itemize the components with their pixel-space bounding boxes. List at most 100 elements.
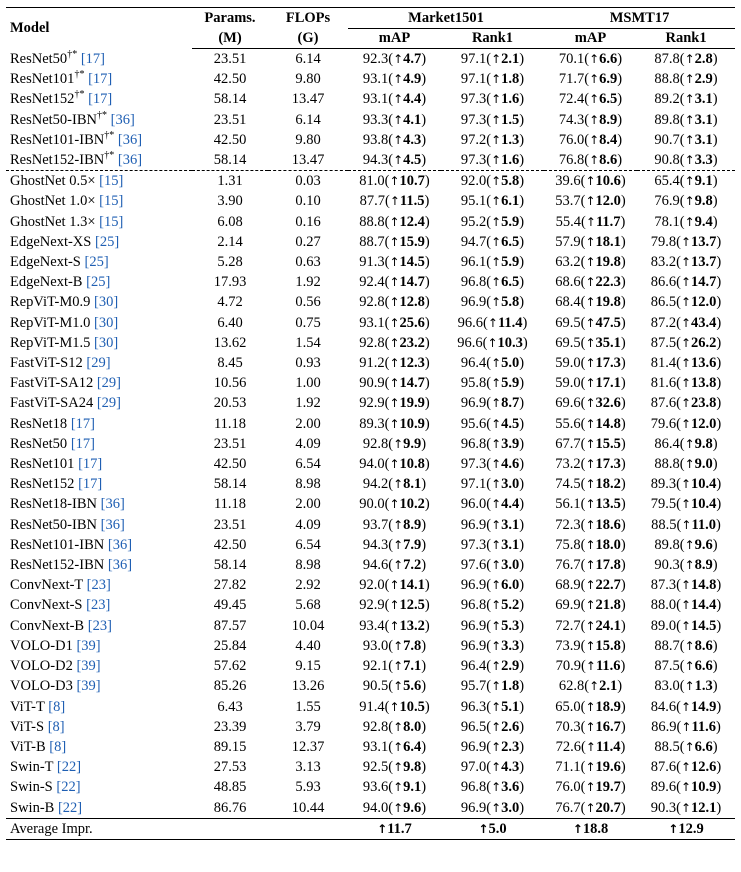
citation-link[interactable]: [17] (78, 456, 102, 472)
citation-link[interactable]: [25] (95, 234, 119, 250)
model-name: VOLO-D1 (10, 637, 73, 654)
citation-link[interactable]: [36] (101, 517, 125, 533)
citation-link[interactable]: [8] (48, 719, 65, 735)
market-rank1-cell: 96.9(↑8.7) (460, 395, 525, 412)
msmt-map-cell: 69.6(↑32.6) (555, 395, 626, 412)
msmt-rank1-improvement: 11.0 (691, 516, 717, 533)
up-arrow-icon: ↑ (393, 719, 404, 734)
market-rank1-value: 92.0 (460, 173, 487, 190)
params-cell: 1.31 (192, 170, 268, 192)
market-map-improvement: 12.4 (399, 213, 425, 230)
up-arrow-icon: ↑ (585, 295, 596, 310)
up-arrow-icon: ↑ (389, 255, 400, 270)
citation-link[interactable]: [36] (108, 557, 132, 573)
citation-link[interactable]: [23] (88, 618, 112, 634)
up-arrow-icon: ↑ (393, 739, 404, 754)
flops-cell: 0.63 (295, 254, 321, 271)
citation-link[interactable]: [15] (99, 214, 123, 230)
table-row: Swin-B [22] 86.76 10.44 94.0(↑9.6) 96.9(↑3.0… (6, 798, 735, 819)
citation-link[interactable]: [17] (81, 51, 105, 67)
market-map-improvement: 19.9 (399, 395, 425, 412)
citation-link[interactable]: [8] (48, 699, 65, 715)
citation-link[interactable]: [8] (49, 739, 66, 755)
msmt-rank1-value: 76.9 (654, 193, 680, 210)
citation-link[interactable]: [36] (118, 152, 142, 168)
model-name: ViT-S (10, 718, 45, 735)
citation-link[interactable]: [17] (78, 476, 102, 492)
citation-link[interactable]: [15] (99, 193, 123, 209)
citation-link[interactable]: [17] (71, 436, 95, 452)
citation-link[interactable]: [23] (86, 597, 110, 613)
citation-link[interactable]: [39] (76, 678, 100, 694)
citation-link[interactable]: [29] (97, 395, 121, 411)
table-row: EdgeNext-XS [25] 2.14 0.27 88.7(↑15.9) 94.7(… (6, 232, 735, 252)
citation-link[interactable]: [29] (97, 375, 121, 391)
model-name: ConvNext-T (10, 577, 84, 594)
market-rank1-value: 95.1 (460, 193, 487, 210)
model-name: ResNet152-IBN (10, 557, 105, 574)
citation-link[interactable]: [36] (101, 496, 125, 512)
results-table: Model Params. FLOPs Market1501 MSMT17 (M… (6, 7, 736, 840)
market-map-cell: 94.0(↑10.8) (359, 456, 430, 473)
market-map-improvement: 11.5 (399, 193, 425, 210)
market-map-value: 92.1 (362, 658, 389, 675)
up-arrow-icon: ↑ (389, 214, 400, 229)
flops-cell: 10.44 (291, 799, 325, 816)
citation-link[interactable]: [22] (56, 779, 80, 795)
market-map-improvement: 4.9 (403, 71, 422, 88)
citation-link[interactable]: [39] (76, 638, 100, 654)
model-cell: ResNet101 [17] (6, 454, 192, 474)
citation-link[interactable]: [17] (88, 91, 112, 107)
citation-link[interactable]: [29] (86, 355, 110, 371)
msmt-map-cell: 55.4(↑11.7) (555, 213, 626, 230)
market-map-cell: 93.1(↑25.6) (359, 314, 430, 331)
up-arrow-icon: ↑ (684, 214, 695, 229)
citation-link[interactable]: [17] (88, 71, 112, 87)
table-row: GhostNet 1.3× [15] 6.08 0.16 88.8(↑12.4) 95.… (6, 212, 735, 232)
market-map-cell: 94.6(↑7.2) (362, 557, 427, 574)
table-row: RepViT-M1.5 [30] 13.62 1.54 92.8(↑23.2) 96.6… (6, 333, 735, 353)
citation-link[interactable]: [22] (57, 759, 81, 775)
up-arrow-icon: ↑ (491, 659, 502, 674)
params-cell: 23.51 (213, 51, 247, 67)
market-rank1-improvement: 8.7 (501, 395, 520, 412)
msmt-rank1-improvement: 6.6 (694, 738, 713, 755)
table-row: ResNet101†* [17] 42.50 9.80 93.1(↑4.9) 97.1(… (6, 69, 735, 89)
up-arrow-icon: ↑ (684, 52, 695, 66)
market-map-improvement: 23.2 (399, 334, 425, 351)
citation-link[interactable]: [25] (86, 274, 110, 290)
msmt-map-improvement: 17.1 (595, 375, 621, 392)
market-map-cell: 93.1(↑4.9) (362, 71, 427, 88)
citation-link[interactable]: [22] (58, 800, 82, 816)
msmt-map-improvement: 22.3 (595, 274, 621, 291)
results-table-container: Model Params. FLOPs Market1501 MSMT17 (M… (6, 7, 736, 840)
citation-link[interactable]: [15] (99, 173, 123, 189)
citation-link[interactable]: [30] (94, 294, 118, 310)
model-cell: GhostNet 1.0× [15] (6, 191, 192, 211)
citation-link[interactable]: [30] (94, 335, 118, 351)
citation-link[interactable]: [30] (94, 315, 118, 331)
citation-link[interactable]: [36] (108, 537, 132, 553)
market-rank1-cell: 96.9(↑3.1) (460, 516, 525, 533)
msmt-rank1-improvement: 2.9 (694, 71, 713, 88)
up-arrow-icon: ↑ (585, 699, 596, 714)
up-arrow-icon: ↑ (680, 618, 692, 633)
model-name: EdgeNext-S (10, 254, 81, 271)
market-rank1-value: 96.0 (460, 496, 487, 513)
msmt-map-improvement: 6.6 (599, 51, 618, 67)
up-arrow-icon: ↑ (684, 659, 695, 674)
msmt-rank1-value: 90.3 (650, 799, 677, 816)
header-flops: FLOPs (268, 7, 348, 29)
up-arrow-icon: ↑ (585, 234, 596, 249)
up-arrow-icon: ↑ (487, 315, 498, 330)
citation-link[interactable]: [36] (111, 112, 135, 128)
citation-link[interactable]: [36] (118, 132, 142, 148)
citation-link[interactable]: [23] (87, 577, 111, 593)
msmt-map-value: 71.7 (558, 71, 585, 88)
citation-link[interactable]: [39] (76, 658, 100, 674)
citation-link[interactable]: [25] (85, 254, 109, 270)
model-mark: †* (104, 129, 115, 141)
msmt-map-cell: 67.7(↑15.5) (555, 435, 626, 452)
citation-link[interactable]: [17] (71, 416, 95, 432)
up-arrow-icon: ↑ (491, 214, 502, 229)
